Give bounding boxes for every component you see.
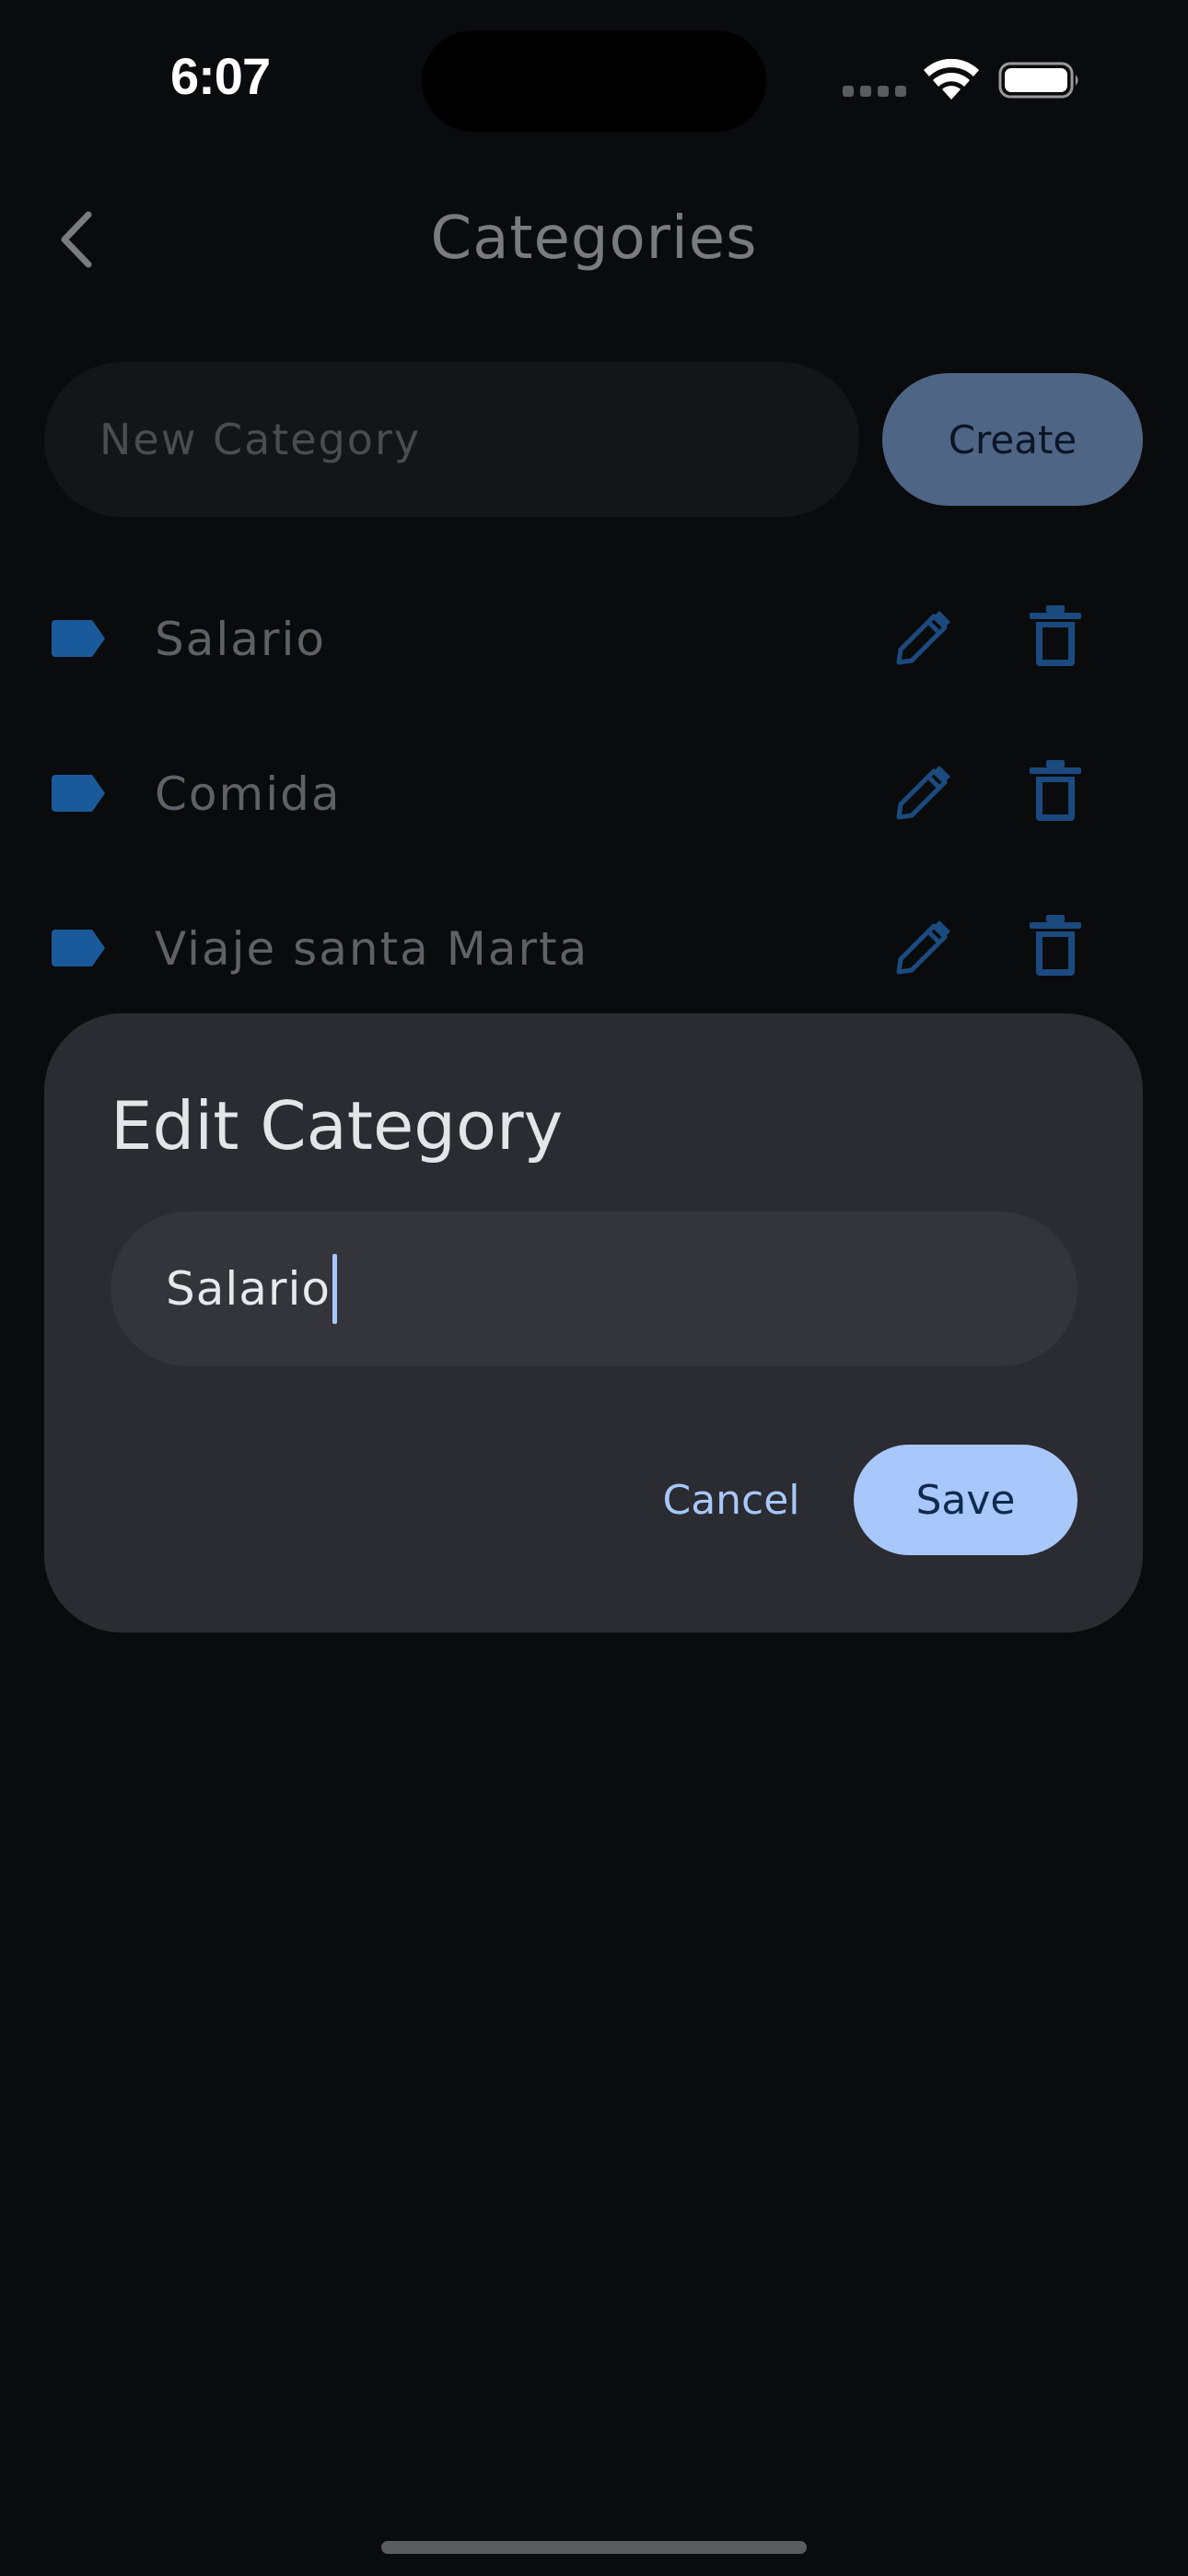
screen: 6:07 Categories New Category Create Sala… bbox=[0, 0, 1188, 2576]
delete-trash-icon[interactable] bbox=[1030, 605, 1081, 666]
delete-trash-icon[interactable] bbox=[1030, 915, 1081, 976]
category-label: Comida bbox=[155, 767, 342, 821]
list-item: Viaje santa Marta bbox=[0, 893, 1188, 1003]
create-button[interactable]: Create bbox=[882, 373, 1143, 506]
cellular-signal-icon bbox=[843, 86, 906, 97]
edit-category-dialog: Edit Category Salario Cancel Save bbox=[44, 1013, 1143, 1633]
cancel-button[interactable]: Cancel bbox=[639, 1445, 823, 1555]
list-item: Comida bbox=[0, 738, 1188, 849]
dynamic-island bbox=[422, 30, 766, 132]
battery-icon bbox=[998, 62, 1078, 99]
category-label: Viaje santa Marta bbox=[155, 922, 589, 976]
label-tag-icon bbox=[52, 620, 105, 657]
edit-category-input[interactable]: Salario bbox=[111, 1212, 1077, 1366]
new-category-input[interactable]: New Category bbox=[44, 362, 859, 517]
dialog-title: Edit Category bbox=[111, 1087, 564, 1165]
save-button[interactable]: Save bbox=[854, 1445, 1077, 1555]
status-time: 6:07 bbox=[170, 47, 271, 105]
edit-pencil-icon[interactable] bbox=[893, 609, 952, 668]
home-indicator[interactable] bbox=[381, 2541, 807, 2554]
delete-trash-icon[interactable] bbox=[1030, 760, 1081, 821]
label-tag-icon bbox=[52, 930, 105, 966]
text-cursor bbox=[332, 1254, 337, 1324]
category-label: Salario bbox=[155, 613, 326, 666]
edit-pencil-icon[interactable] bbox=[893, 919, 952, 978]
page-title: Categories bbox=[430, 205, 758, 273]
edit-category-input-value: Salario bbox=[166, 1262, 331, 1316]
wifi-icon bbox=[924, 59, 979, 100]
label-tag-icon bbox=[52, 775, 105, 812]
list-item: Salario bbox=[0, 583, 1188, 694]
edit-pencil-icon[interactable] bbox=[893, 764, 952, 823]
